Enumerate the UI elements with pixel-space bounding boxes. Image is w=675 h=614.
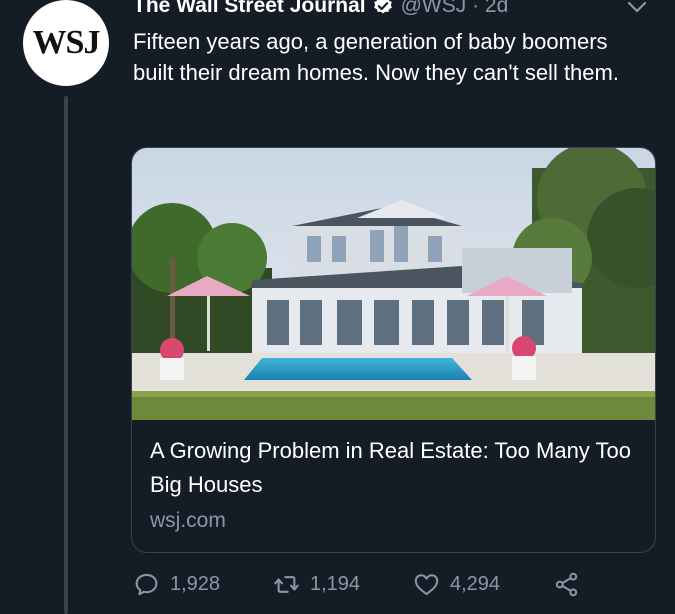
retweet-count: 1,194 <box>310 572 361 595</box>
share-button[interactable] <box>553 571 590 598</box>
reply-icon <box>135 573 158 595</box>
avatar-logo-text: WSJ <box>32 24 101 61</box>
tweet-header: The Wall Street Journal @WSJ · 2d <box>133 0 508 21</box>
chevron-down-icon[interactable] <box>627 0 647 14</box>
avatar[interactable]: WSJ <box>23 0 109 86</box>
card-body[interactable]: A Growing Problem in Real Estate: Too Ma… <box>150 434 640 538</box>
reply-count: 1,928 <box>170 572 221 595</box>
like-button[interactable]: 4,294 <box>413 571 553 598</box>
handle-and-time[interactable]: @WSJ · 2d <box>401 0 509 18</box>
tweet[interactable]: WSJ The Wall Street Journal @WSJ · 2d Fi… <box>0 0 675 614</box>
card-title[interactable]: A Growing Problem in Real Estate: Too Ma… <box>150 434 640 502</box>
retweet-icon <box>274 575 299 593</box>
thread-line <box>64 96 68 614</box>
display-name[interactable]: The Wall Street Journal <box>133 0 366 18</box>
card-domain: wsj.com <box>150 509 226 532</box>
tweet-text: Fifteen years ago, a generation of baby … <box>133 29 619 85</box>
like-count: 4,294 <box>450 572 501 595</box>
house-with-pool-photo[interactable] <box>132 148 655 420</box>
heart-icon <box>414 573 439 595</box>
tweet-actions: 1,928 1,194 4,294 <box>133 566 590 602</box>
share-icon <box>555 572 578 596</box>
reply-button[interactable]: 1,928 <box>133 571 273 598</box>
retweet-button[interactable]: 1,194 <box>273 571 413 598</box>
verified-icon <box>372 0 394 17</box>
link-card[interactable]: A Growing Problem in Real Estate: Too Ma… <box>131 147 656 553</box>
